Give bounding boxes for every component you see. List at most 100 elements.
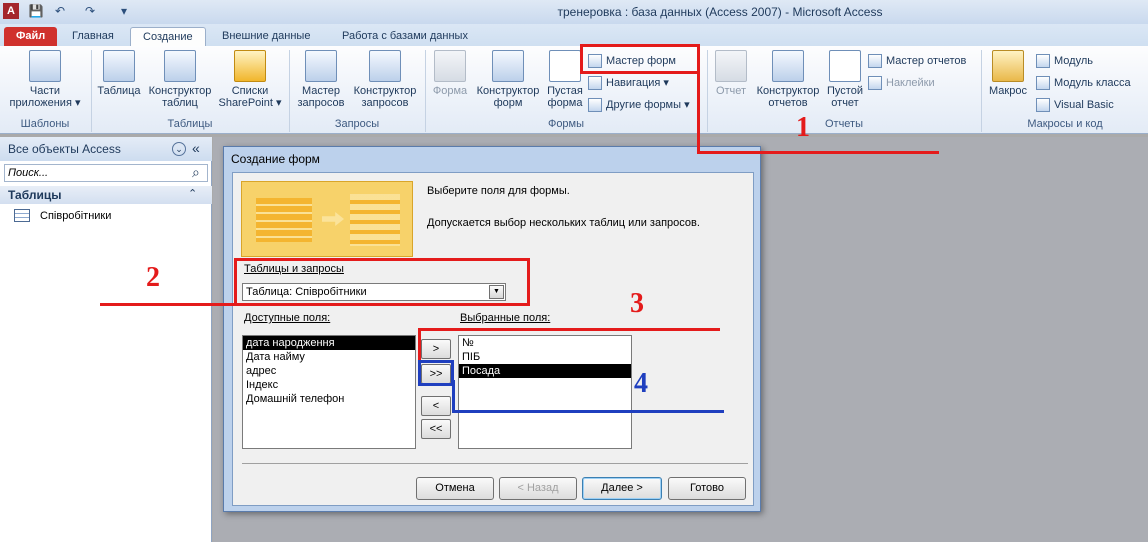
- selected-fields-label: Выбранные поля:: [460, 312, 551, 324]
- annotation-line: [697, 151, 939, 154]
- tab-file[interactable]: Файл: [4, 27, 58, 46]
- module-icon: [1036, 54, 1050, 68]
- undo-icon[interactable]: ↶: [52, 3, 68, 19]
- nav-item-table[interactable]: Співробітники: [14, 208, 111, 224]
- navigation-pane: Все объекты Access ⌄ « Поиск... ⌕ Таблиц…: [0, 137, 212, 542]
- annotation-line: [418, 328, 421, 362]
- finish-button[interactable]: Готово: [668, 477, 746, 500]
- redo-icon[interactable]: ↷: [82, 3, 98, 19]
- navigation-icon: [588, 76, 602, 90]
- sharepoint-lists-button[interactable]: Списки SharePoint ▾: [216, 50, 284, 109]
- tab-external-data[interactable]: Внешние данные: [210, 27, 322, 46]
- search-icon[interactable]: ⌕: [192, 164, 200, 181]
- move-one-right-button[interactable]: >: [421, 339, 451, 359]
- annotation-number-2: 2: [146, 262, 160, 293]
- labels-button[interactable]: Наклейки: [866, 74, 978, 92]
- labels-icon: [868, 76, 882, 90]
- nav-section-tables[interactable]: Таблицы: [0, 186, 212, 204]
- nav-section-label: Таблицы: [8, 188, 62, 202]
- report-wizard-button[interactable]: Мастер отчетов: [866, 52, 978, 70]
- dialog-body: Выберите поля для формы. Допускается выб…: [232, 172, 754, 506]
- annotation-number-1: 1: [796, 112, 810, 143]
- report-wizard-icon: [868, 54, 882, 68]
- wizard-illustration: [241, 181, 413, 257]
- app-parts-icon: [29, 50, 61, 82]
- list-item[interactable]: Домашній телефон: [243, 392, 415, 406]
- tab-home[interactable]: Главная: [60, 27, 126, 46]
- instruction-choose-fields: Выберите поля для формы.: [427, 185, 570, 197]
- nav-menu-chevron-icon[interactable]: ⌄: [172, 142, 186, 156]
- list-item[interactable]: Індекс: [243, 378, 415, 392]
- macro-scroll-icon: [992, 50, 1024, 82]
- query-designer-button[interactable]: Конструктор запросов: [350, 50, 420, 109]
- group-label-queries: Запросы: [334, 118, 380, 130]
- list-item[interactable]: ПІБ: [459, 350, 631, 364]
- tab-create[interactable]: Создание: [130, 27, 206, 46]
- dialog-title: Создание форм: [231, 152, 320, 166]
- sharepoint-icon: [234, 50, 266, 82]
- annotation-box-form-wizard: [580, 44, 700, 74]
- class-module-button[interactable]: Модуль класса: [1034, 74, 1146, 92]
- access-app-icon[interactable]: A: [3, 3, 19, 19]
- window-title: тренеровка : база данных (Access 2007) -…: [557, 5, 883, 19]
- list-item[interactable]: №: [459, 336, 631, 350]
- report-icon: [715, 50, 747, 82]
- blank-report-button[interactable]: Пустой отчет: [824, 50, 866, 109]
- report-designer-button[interactable]: Конструктор отчетов: [752, 50, 824, 109]
- tab-database-tools[interactable]: Работа с базами данных: [330, 27, 480, 46]
- form-designer-icon: [492, 50, 524, 82]
- table-designer-icon: [164, 50, 196, 82]
- form-designer-button[interactable]: Конструктор форм: [472, 50, 544, 109]
- blank-report-icon: [829, 50, 861, 82]
- app-parts-button[interactable]: Части приложения ▾: [4, 50, 86, 109]
- form-button[interactable]: Форма: [428, 50, 472, 97]
- instruction-multiple-tables: Допускается выбор нескольких таблиц или …: [427, 217, 700, 229]
- annotation-line: [452, 410, 724, 413]
- other-forms-icon: [588, 98, 602, 112]
- table-button[interactable]: Таблица: [94, 50, 144, 97]
- table-designer-button[interactable]: Конструктор таблиц: [146, 50, 214, 109]
- ribbon-tab-row: Файл Главная Создание Внешние данные Раб…: [0, 24, 1148, 46]
- customize-qat-icon[interactable]: ▾: [116, 3, 132, 19]
- module-button[interactable]: Модуль: [1034, 52, 1146, 70]
- list-item[interactable]: адрес: [243, 364, 415, 378]
- query-designer-icon: [369, 50, 401, 82]
- table-icon: [14, 209, 30, 222]
- query-wizard-icon: [305, 50, 337, 82]
- selected-fields-list[interactable]: № ПІБ Посада: [458, 335, 632, 449]
- annotation-line: [418, 328, 720, 331]
- available-fields-list[interactable]: дата народження Дата найму адрес Індекс …: [242, 335, 416, 449]
- annotation-box-move-all: [418, 360, 454, 386]
- collapse-pane-icon[interactable]: «: [192, 140, 200, 156]
- annotation-line: [697, 44, 700, 154]
- report-designer-icon: [772, 50, 804, 82]
- group-label-forms: Формы: [547, 118, 585, 130]
- nav-item-label: Співробітники: [40, 210, 112, 222]
- available-fields-label: Доступные поля:: [244, 312, 331, 324]
- group-label-tables: Таблицы: [167, 118, 213, 130]
- save-icon[interactable]: 💾: [28, 3, 44, 19]
- annotation-number-3: 3: [630, 288, 644, 319]
- list-item[interactable]: дата народження: [243, 336, 415, 350]
- group-label-macros: Макросы и код: [1027, 118, 1103, 130]
- visual-basic-icon: [1036, 98, 1050, 112]
- macro-button[interactable]: Макрос: [984, 50, 1032, 97]
- nav-pane-title: Все объекты Access: [8, 142, 121, 156]
- cancel-button[interactable]: Отмена: [416, 477, 494, 500]
- annotation-number-4: 4: [634, 368, 648, 399]
- section-collapse-icon[interactable]: ⌃: [188, 187, 197, 200]
- list-item[interactable]: Дата найму: [243, 350, 415, 364]
- list-item[interactable]: Посада: [459, 364, 631, 378]
- group-label-templates: Шаблоны: [20, 118, 70, 130]
- query-wizard-button[interactable]: Мастер запросов: [292, 50, 350, 109]
- ribbon: Части приложения ▾ Шаблоны Таблица Конст…: [0, 46, 1148, 134]
- move-all-left-button[interactable]: <<: [421, 419, 451, 439]
- nav-search-input[interactable]: Поиск...: [4, 164, 208, 182]
- visual-basic-button[interactable]: Visual Basic: [1034, 96, 1146, 114]
- report-button[interactable]: Отчет: [710, 50, 752, 97]
- navigation-button[interactable]: Навигация ▾: [586, 74, 696, 92]
- move-one-left-button[interactable]: <: [421, 396, 451, 416]
- other-forms-button[interactable]: Другие формы ▾: [586, 96, 696, 114]
- next-button[interactable]: Далее >: [582, 477, 662, 500]
- back-button[interactable]: < Назад: [499, 477, 577, 500]
